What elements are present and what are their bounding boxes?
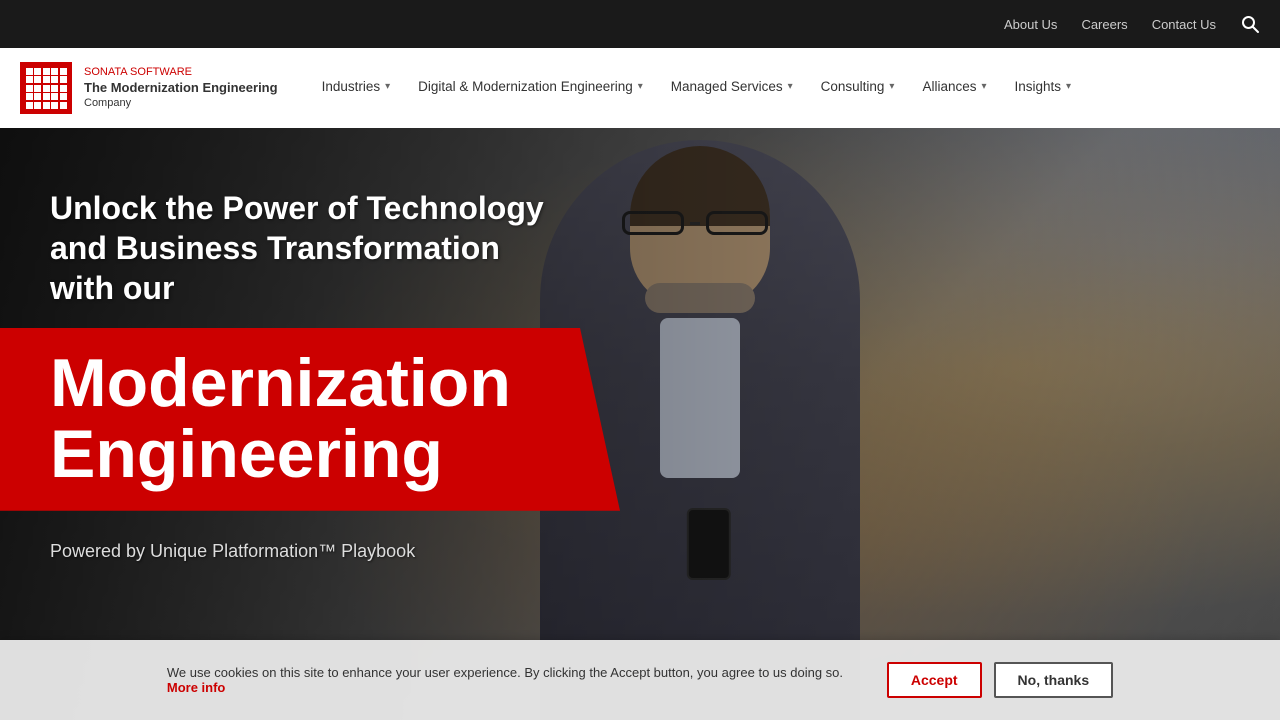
logo-grid <box>21 63 72 114</box>
chevron-down-icon: ▾ <box>788 81 793 92</box>
logo[interactable]: SONATA SOFTWARE The Modernization Engine… <box>20 62 278 114</box>
nav-item-consulting[interactable]: Consulting ▾ <box>807 48 909 128</box>
nav-item-industries[interactable]: Industries ▾ <box>308 48 405 128</box>
cookie-bar: We use cookies on this site to enhance y… <box>0 640 1280 720</box>
chevron-down-icon: ▾ <box>385 81 390 92</box>
contact-us-link[interactable]: Contact Us <box>1152 17 1216 32</box>
company-subtitle: Company <box>84 96 278 110</box>
hero-title-line1: Modernization <box>50 345 511 421</box>
chevron-down-icon: ▾ <box>981 81 986 92</box>
cookie-buttons: Accept No, thanks <box>887 662 1113 698</box>
chevron-down-icon: ▾ <box>1066 81 1071 92</box>
company-name: The Modernization Engineering <box>84 80 278 97</box>
hero-title-line2: Engineering <box>50 416 443 492</box>
nav-label-insights: Insights <box>1015 79 1062 94</box>
chevron-down-icon: ▾ <box>889 81 894 92</box>
nav-items: Industries ▾ Digital & Modernization Eng… <box>308 48 1260 128</box>
nav-label-industries: Industries <box>322 79 381 94</box>
decline-cookies-button[interactable]: No, thanks <box>994 662 1114 698</box>
hero-title: Modernization Engineering <box>50 348 590 491</box>
nav-label-alliances: Alliances <box>922 79 976 94</box>
nav-item-managed[interactable]: Managed Services ▾ <box>657 48 807 128</box>
search-button[interactable] <box>1240 14 1260 34</box>
accept-cookies-button[interactable]: Accept <box>887 662 982 698</box>
nav-label-managed: Managed Services <box>671 79 783 94</box>
hero-red-band: Modernization Engineering <box>0 328 620 511</box>
hero-content: Unlock the Power of Technology and Busin… <box>0 128 1280 720</box>
logo-icon <box>20 62 72 114</box>
cookie-more-info-link[interactable]: More info <box>167 680 226 695</box>
about-us-link[interactable]: About Us <box>1004 17 1057 32</box>
nav-item-alliances[interactable]: Alliances ▾ <box>908 48 1000 128</box>
nav-item-insights[interactable]: Insights ▾ <box>1001 48 1086 128</box>
nav-label-digital: Digital & Modernization Engineering <box>418 79 633 94</box>
cookie-text-content: We use cookies on this site to enhance y… <box>167 665 843 680</box>
nav-item-digital[interactable]: Digital & Modernization Engineering ▾ <box>404 48 657 128</box>
logo-text: SONATA SOFTWARE The Modernization Engine… <box>84 65 278 110</box>
hero-powered: Powered by Unique Platformation™ Playboo… <box>50 541 1230 562</box>
hero-section: Unlock the Power of Technology and Busin… <box>0 128 1280 720</box>
main-nav: SONATA SOFTWARE The Modernization Engine… <box>0 48 1280 128</box>
careers-link[interactable]: Careers <box>1081 17 1127 32</box>
cookie-message: We use cookies on this site to enhance y… <box>167 665 867 695</box>
hero-tagline: Unlock the Power of Technology and Busin… <box>50 188 570 308</box>
chevron-down-icon: ▾ <box>638 81 643 92</box>
top-bar: About Us Careers Contact Us <box>0 0 1280 48</box>
brand-name: SONATA SOFTWARE <box>84 65 278 79</box>
nav-label-consulting: Consulting <box>821 79 885 94</box>
